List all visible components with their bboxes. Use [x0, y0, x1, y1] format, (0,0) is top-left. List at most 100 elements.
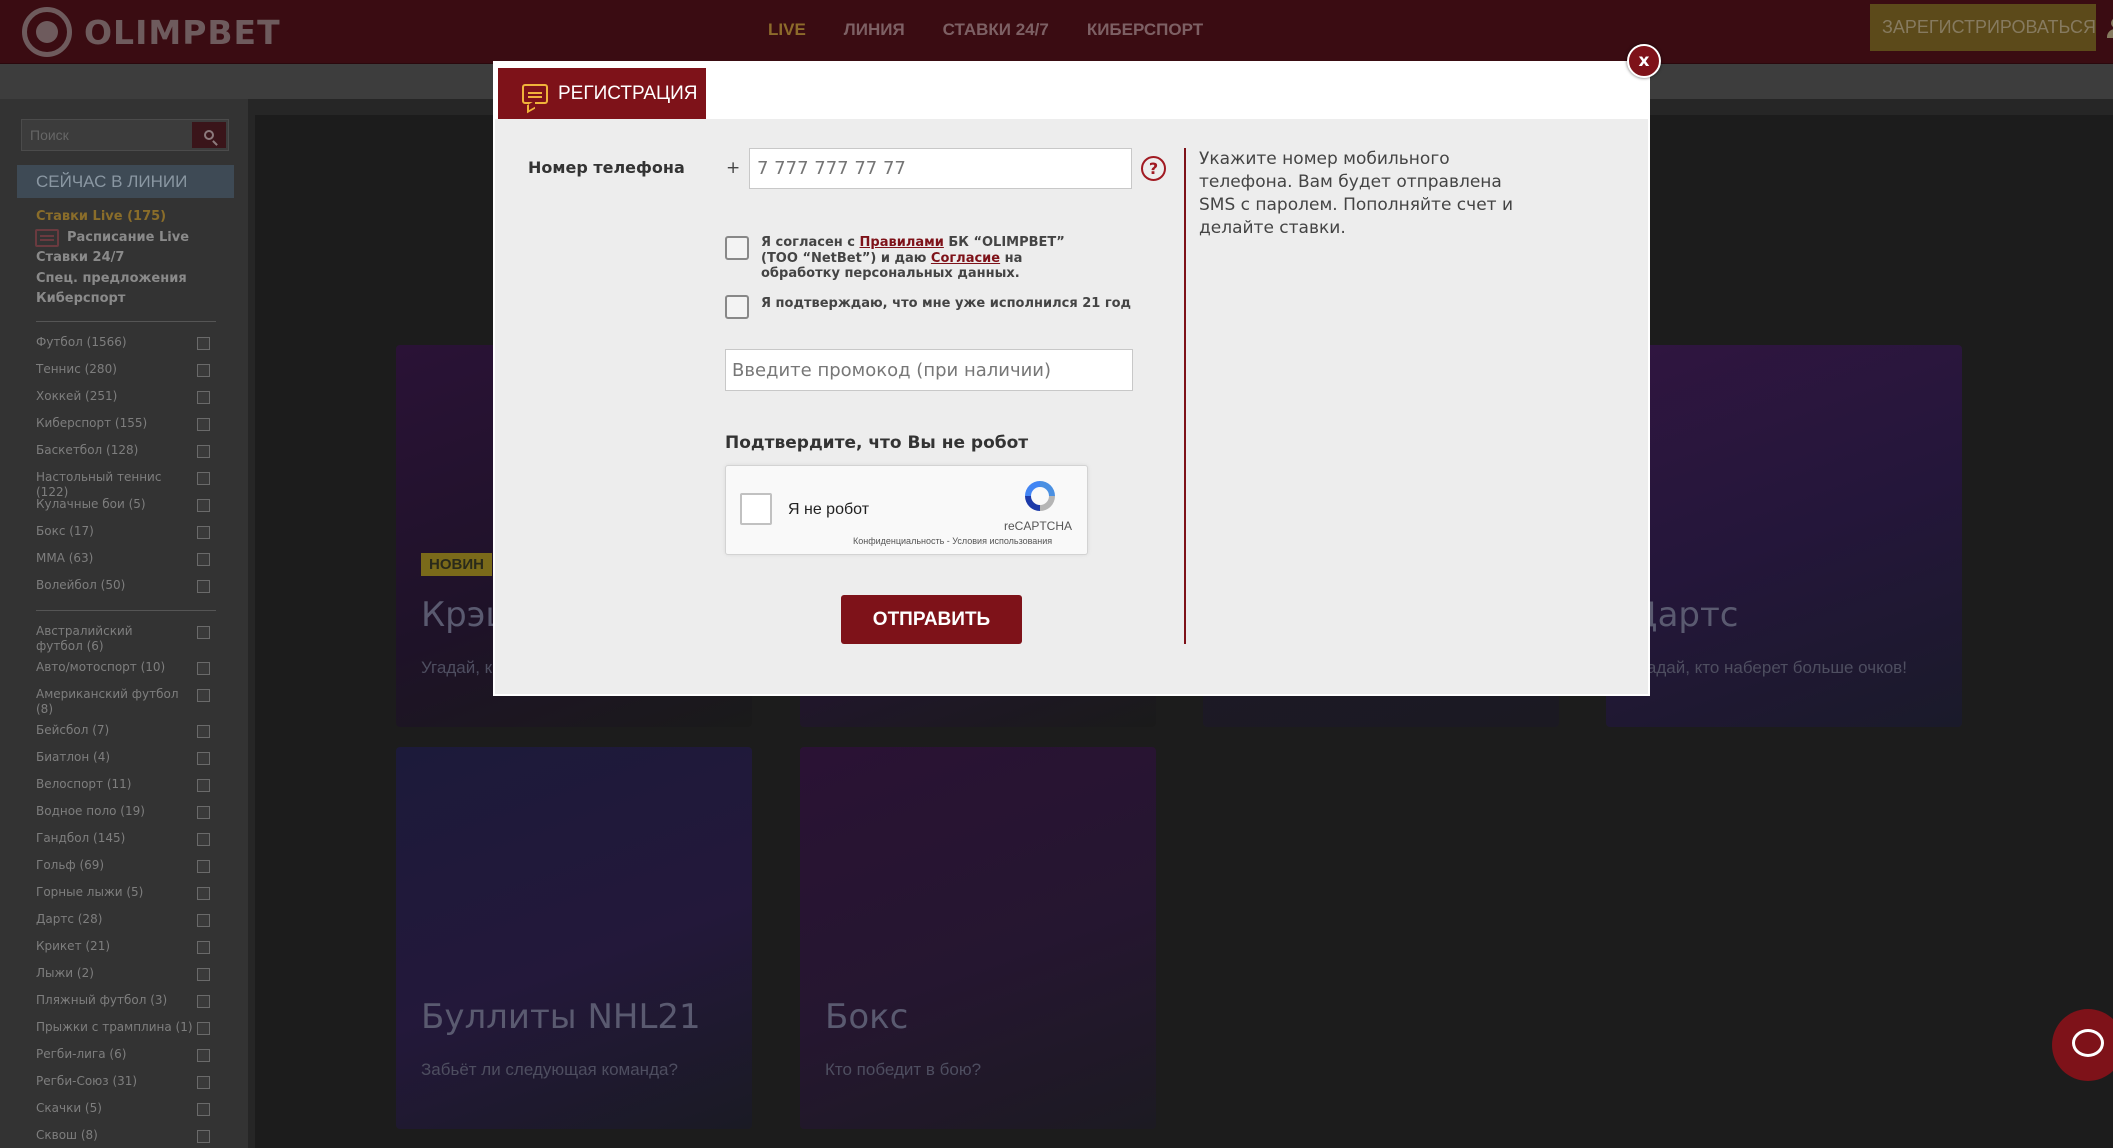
sidebar-links: Ставки Live (175) Расписание Live Ставки…	[35, 207, 189, 310]
sport-checkbox[interactable]	[197, 472, 210, 485]
nav-live[interactable]: LIVE	[768, 20, 806, 40]
nav-bets-247[interactable]: СТАВКИ 24/7	[943, 20, 1049, 40]
search-icon	[204, 130, 214, 140]
recaptcha-checkbox[interactable]	[740, 493, 772, 525]
nav-line[interactable]: ЛИНИЯ	[844, 20, 905, 40]
sport-checkbox[interactable]	[197, 806, 210, 819]
sport-item[interactable]: Дартс (28)	[36, 912, 216, 927]
sport-checkbox[interactable]	[197, 914, 210, 927]
sport-checkbox[interactable]	[197, 337, 210, 350]
sport-item[interactable]: Футбол (1566)	[36, 335, 216, 350]
sport-item[interactable]: Крикет (21)	[36, 939, 216, 954]
sport-checkbox[interactable]	[197, 1049, 210, 1062]
sport-item[interactable]: Теннис (280)	[36, 362, 216, 377]
sport-checkbox[interactable]	[197, 968, 210, 981]
sport-checkbox[interactable]	[197, 580, 210, 593]
consent-link[interactable]: Согласие	[931, 251, 1000, 266]
link-esports[interactable]: Киберспорт	[36, 289, 189, 310]
game-card-darts[interactable]: Дартс Угадай, кто наберет больше очков!	[1606, 345, 1962, 727]
recaptcha-links[interactable]: Конфиденциальность - Условия использован…	[853, 536, 1052, 546]
sport-checkbox[interactable]	[197, 1022, 210, 1035]
sport-item[interactable]: Пляжный футбол (3)	[36, 993, 216, 1008]
agree-terms-checkbox[interactable]	[725, 236, 749, 260]
sport-item[interactable]: Американский футбол (8)	[36, 687, 216, 717]
sport-checkbox[interactable]	[197, 391, 210, 404]
sport-checkbox[interactable]	[197, 689, 210, 702]
sport-checkbox[interactable]	[197, 941, 210, 954]
sport-item[interactable]: Водное поло (19)	[36, 804, 216, 819]
sport-checkbox[interactable]	[197, 995, 210, 1008]
sport-label: Скачки (5)	[36, 1101, 102, 1115]
phone-input[interactable]	[749, 148, 1132, 189]
sport-item[interactable]: Авто/мотоспорт (10)	[36, 660, 216, 675]
sport-item[interactable]: Кулачные бои (5)	[36, 497, 216, 512]
sport-checkbox[interactable]	[197, 445, 210, 458]
sport-item[interactable]: Гандбол (145)	[36, 831, 216, 846]
sport-checkbox[interactable]	[197, 725, 210, 738]
tab-registration[interactable]: РЕГИСТРАЦИЯ	[498, 68, 706, 119]
recaptcha-label: Я не робот	[788, 501, 870, 518]
sport-checkbox[interactable]	[197, 1076, 210, 1089]
sport-checkbox[interactable]	[197, 1130, 210, 1143]
sport-item[interactable]: Волейбол (50)	[36, 578, 216, 593]
sidebar: СЕЙЧАС В ЛИНИИ Ставки Live (175) Расписа…	[0, 99, 248, 1148]
link-live-bets[interactable]: Ставки Live (175)	[36, 207, 189, 228]
close-modal-button[interactable]: x	[1627, 44, 1661, 78]
sport-item[interactable]: Регби-лига (6)	[36, 1047, 216, 1062]
sport-checkbox[interactable]	[197, 662, 210, 675]
link-live-schedule[interactable]: Расписание Live	[35, 228, 189, 249]
modal-header: РЕГИСТРАЦИЯ	[495, 63, 1648, 119]
submit-button[interactable]: ОТПРАВИТЬ	[841, 595, 1022, 644]
sport-checkbox[interactable]	[197, 1103, 210, 1116]
help-icon[interactable]: ?	[1141, 156, 1166, 181]
logo-text: OLIMPBET	[84, 12, 281, 52]
sport-checkbox[interactable]	[197, 860, 210, 873]
sport-label: Теннис (280)	[36, 362, 117, 376]
sport-checkbox[interactable]	[197, 499, 210, 512]
promo-code-input[interactable]	[725, 349, 1133, 391]
game-card-boxing[interactable]: Бокс Кто победит в бою?	[800, 747, 1156, 1129]
sport-item[interactable]: Регби-Союз (31)	[36, 1074, 216, 1089]
register-button[interactable]: ЗАРЕГИСТРИРОВАТЬСЯ	[1870, 4, 2113, 51]
sport-item[interactable]: Киберспорт (155)	[36, 416, 216, 431]
sport-item[interactable]: Гольф (69)	[36, 858, 216, 873]
sport-item[interactable]: Горные лыжи (5)	[36, 885, 216, 900]
game-card-nhl[interactable]: Буллиты NHL21 Забьёт ли следующая команд…	[396, 747, 752, 1129]
search-input[interactable]	[24, 122, 190, 148]
sport-item[interactable]: Бейсбол (7)	[36, 723, 216, 738]
sport-item[interactable]: Скачки (5)	[36, 1101, 216, 1116]
sport-checkbox[interactable]	[197, 833, 210, 846]
sport-item[interactable]: Бокс (17)	[36, 524, 216, 539]
rules-link[interactable]: Правилами	[860, 235, 944, 250]
sport-checkbox[interactable]	[197, 553, 210, 566]
sport-checkbox[interactable]	[197, 887, 210, 900]
sport-checkbox[interactable]	[197, 626, 210, 639]
age-confirm-checkbox[interactable]	[725, 295, 749, 319]
sport-label: Бейсбол (7)	[36, 723, 110, 737]
sport-item[interactable]: Австралийский футбол (6)	[36, 624, 216, 654]
sport-item[interactable]: Биатлон (4)	[36, 750, 216, 765]
sport-item[interactable]: Баскетбол (128)	[36, 443, 216, 458]
sport-item[interactable]: Сквош (8)	[36, 1128, 216, 1143]
sport-label: Лыжи (2)	[36, 966, 94, 980]
sport-checkbox[interactable]	[197, 752, 210, 765]
sport-checkbox[interactable]	[197, 779, 210, 792]
olimpbet-logo[interactable]: OLIMPBET	[22, 6, 281, 58]
sport-item[interactable]: Прыжки с трамплина (1)	[36, 1020, 216, 1035]
sport-item[interactable]: Хоккей (251)	[36, 389, 216, 404]
sport-label: Хоккей (251)	[36, 389, 118, 403]
link-bets-247[interactable]: Ставки 24/7	[36, 248, 189, 269]
sport-item[interactable]: Настольный теннис (122)	[36, 470, 216, 500]
sport-item[interactable]: Лыжи (2)	[36, 966, 216, 981]
sport-checkbox[interactable]	[197, 364, 210, 377]
sport-item[interactable]: Велоспорт (11)	[36, 777, 216, 792]
sport-checkbox[interactable]	[197, 526, 210, 539]
sport-checkbox[interactable]	[197, 418, 210, 431]
link-special-offers[interactable]: Спец. предложения	[36, 269, 189, 290]
sport-label: Велоспорт (11)	[36, 777, 132, 791]
nav-esports[interactable]: КИБЕРСПОРТ	[1087, 20, 1203, 40]
chat-icon	[522, 83, 548, 104]
search-button[interactable]	[192, 122, 226, 148]
sport-item[interactable]: MMA (63)	[36, 551, 216, 566]
recaptcha-widget: Я не робот reCAPTCHA Конфиденциальность …	[725, 465, 1088, 555]
